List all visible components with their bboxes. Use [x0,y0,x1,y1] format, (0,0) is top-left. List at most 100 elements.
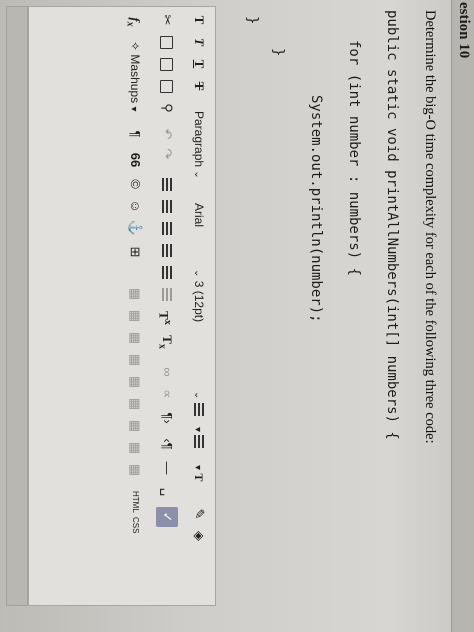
align-left-button[interactable] [156,175,178,193]
mashups-select[interactable]: ✧ Mashups ▾ [124,41,144,111]
emoji-button[interactable]: ☺ [124,197,146,215]
grid-button-3[interactable]: ▦ [124,329,146,347]
undo-button[interactable]: ↶ [156,125,178,143]
grid-icon: ▦ [128,397,143,411]
link-button[interactable]: ∞ [156,363,178,381]
grid-button-4[interactable]: ▦ [124,351,146,369]
question-prompt: Determine the big-O time complexity for … [422,10,438,444]
ltr-icon: ¶› [160,412,175,424]
scissors-icon: ✂ [160,14,175,26]
grid-icon: ▦ [128,287,143,301]
bullet-list-icon [192,402,204,416]
strikethrough-button[interactable]: T [188,77,210,95]
font-size-value: 3 (12pt) [192,280,206,323]
chevron-down-icon: ⌄ [192,269,203,278]
grid-button-8[interactable]: ▦ [124,439,146,457]
subscript-icon: T [160,335,175,344]
grid-button-5[interactable]: ▦ [124,373,146,391]
grid-button-1[interactable]: ▦ [124,285,146,303]
editor-status-bar [6,6,28,606]
html-button[interactable]: HTML [126,491,144,513]
toolbar-row-1: T T T T Paragraph ⌄ Arial ⌄ 3 (12pt) ⌄ ▾… [183,7,213,605]
align-right-button[interactable] [156,219,178,237]
cut-button[interactable]: ✂ [156,11,178,29]
spellcheck-button[interactable]: ✓ [156,507,178,527]
code-line-4: } [270,48,286,57]
text-color-button[interactable]: ▾ T [188,465,208,481]
font-select[interactable]: Arial [190,203,208,227]
screen: estion 10 Determine the big-O time compl… [0,0,474,632]
rtl-button[interactable]: ‹¶ [156,433,178,455]
eraser-button[interactable]: ◈ [188,527,210,545]
search-button[interactable]: ⚲ [156,99,178,117]
unlink-icon: ∝ [160,389,175,399]
table-button[interactable]: ⊞ [124,243,146,261]
grid-button-6[interactable]: ▦ [124,395,146,413]
code-line-1: public static void printAllNumbers(int[]… [384,10,400,440]
numbered-list-button[interactable]: ▾ [188,427,208,449]
ltr-button[interactable]: ¶› [156,407,178,429]
superscript-button[interactable]: Tx [156,309,178,327]
font-size-select[interactable]: ⌄ 3 (12pt) [188,269,208,322]
mashups-label: Mashups [128,54,142,104]
grid-icon: ▦ [128,375,143,389]
redo-button[interactable]: ↷ [156,145,178,163]
grid-icon: ▦ [128,353,143,367]
copyright-button[interactable]: © [124,175,146,193]
outdent-icon [160,287,172,301]
paste-icon [159,57,173,71]
align-justify-button[interactable] [156,241,178,259]
highlighter-button[interactable]: ✎ [188,505,210,523]
grid-button-2[interactable]: ▦ [124,307,146,325]
grid-button-7[interactable]: ▦ [124,417,146,435]
horizontal-rule-icon: — [160,461,175,475]
horizontal-rule-button[interactable]: — [156,459,178,477]
formula-button[interactable]: fx [124,11,146,33]
grid-icon: ▦ [128,309,143,323]
copyright-icon: © [128,179,143,189]
highlighter-icon: ✎ [192,508,207,520]
quote-icon: 66 [128,152,143,168]
link-icon: ∞ [160,367,175,377]
chevron-down-icon: ⌄ [192,170,203,179]
subscript-button[interactable]: Tx [156,333,178,351]
paragraph-select[interactable]: Paragraph ⌄ [188,111,208,179]
align-center-icon [160,199,172,213]
eraser-icon: ◈ [192,531,207,541]
code-line-3: System.out.println(number); [308,95,324,323]
paste-text-button[interactable] [156,77,178,95]
chevron-down-icon: ⌄ [192,391,203,400]
italic-button[interactable]: T [188,33,210,51]
nbsp-button[interactable]: ␣ [156,483,178,501]
grid-button-9[interactable]: ▦ [124,461,146,479]
text-color-icon: T [192,473,206,482]
blockquote-button[interactable]: 66 [124,151,146,169]
copy-button[interactable] [156,33,178,51]
paragraph-mark-button[interactable]: ¶ [124,127,146,141]
css-icon: CSS [131,517,140,534]
dropdown-dot-icon: ▾ [128,106,139,112]
underline-button[interactable]: T [188,55,210,73]
undo-icon: ↶ [160,128,175,140]
anchor-button[interactable]: ⚓ [124,219,146,237]
toolbar-row-2: ✂ ⚲ ↶ ↷ Tx Tx ∞ ∝ ¶› ‹¶ — ␣ ✓ [151,7,181,605]
superscript-icon: T [156,311,172,320]
grid-icon: ▦ [128,441,143,455]
outdent-button[interactable] [156,285,178,303]
paste-button[interactable] [156,55,178,73]
html-icon: HTML [131,491,140,513]
dropdown-dot-icon: ▾ [192,427,203,433]
unlink-button[interactable]: ∝ [156,385,178,403]
indent-button[interactable] [156,263,178,281]
rtl-icon: ‹¶ [160,438,175,450]
css-button[interactable]: CSS [126,517,144,533]
emoji-icon: ☺ [128,199,143,213]
align-center-button[interactable] [156,197,178,215]
toolbar-row-3: fx ✧ Mashups ▾ ¶ 66 © ☺ ⚓ ⊞ ▦ ▦ ▦ ▦ ▦ ▦ … [119,7,149,605]
numbered-list-icon [192,435,204,449]
bold-button[interactable]: T [188,11,210,29]
dropdown-dot-icon: ▾ [192,465,203,471]
bullet-list-button[interactable]: ⌄ [188,391,208,416]
code-line-5: } [244,16,260,25]
paragraph-mark-icon: ¶ [128,130,143,138]
